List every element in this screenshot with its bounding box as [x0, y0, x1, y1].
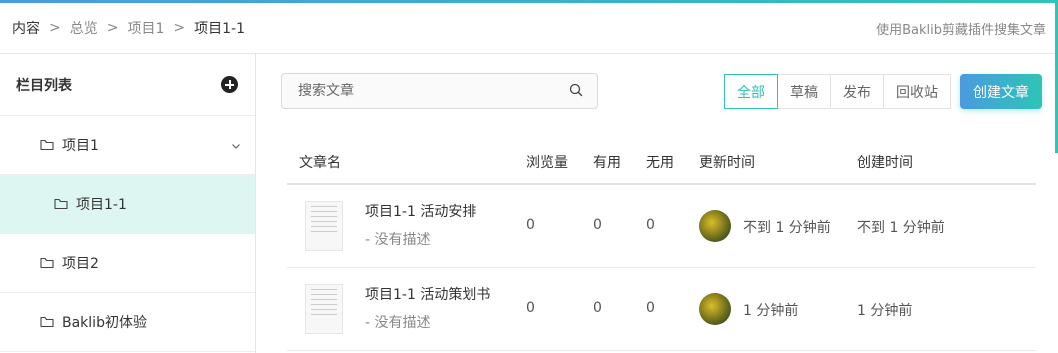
useful-count: 0	[593, 300, 602, 316]
sidebar-item-project1-1[interactable]: 项目1-1	[0, 175, 255, 234]
document-thumbnail	[305, 284, 343, 334]
header-bar: 内容 > 总览 > 项目1 > 项目1-1 使用Baklib剪藏插件搜集文章	[0, 3, 1058, 54]
useless-count: 0	[646, 217, 655, 233]
sidebar: 栏目列表 项目1 项目1-1 项目2 Baklib初体验	[0, 54, 256, 353]
breadcrumb-item-overview[interactable]: 总览	[70, 18, 98, 38]
breadcrumb-item-current: 项目1-1	[194, 21, 245, 37]
column-header-views: 浏览量	[526, 155, 568, 171]
create-article-button[interactable]: 创建文章	[960, 74, 1042, 109]
sidebar-item-baklib-intro[interactable]: Baklib初体验	[0, 293, 255, 352]
created-time: 1 分钟前	[857, 303, 913, 319]
sidebar-title: 栏目列表	[16, 77, 72, 94]
filter-all-button[interactable]: 全部	[724, 74, 778, 109]
updated-time: 1 分钟前	[743, 303, 799, 319]
useless-count: 0	[646, 300, 655, 316]
add-icon[interactable]	[221, 76, 238, 93]
sidebar-item-label: Baklib初体验	[62, 315, 147, 331]
clipper-plugin-link[interactable]: 使用Baklib剪藏插件搜集文章	[876, 19, 1046, 38]
article-title-link[interactable]: 项目1-1 活动策划书	[365, 284, 490, 304]
table-header: 文章名 浏览量 有用 无用 更新时间 创建时间	[287, 140, 1036, 185]
breadcrumb-separator: >	[173, 20, 186, 36]
sidebar-header: 栏目列表	[0, 54, 255, 116]
article-title-link[interactable]: 项目1-1 活动安排	[365, 201, 476, 221]
sidebar-item-label: 项目2	[62, 256, 99, 272]
views-count: 0	[526, 217, 535, 233]
folder-icon	[40, 139, 54, 151]
table-row[interactable]: 项目1-1 活动策划书 - 没有描述 0 0 0 1 分钟前 1 分钟前	[287, 268, 1036, 351]
column-header-useful: 有用	[593, 155, 621, 171]
sidebar-item-project1[interactable]: 项目1	[0, 116, 255, 175]
toolbar: 全部 草稿 发布 回收站 创建文章	[281, 73, 1043, 109]
document-thumbnail	[305, 201, 343, 251]
search-input[interactable]	[298, 83, 548, 99]
breadcrumb-separator: >	[106, 20, 119, 36]
sidebar-item-label: 项目1	[62, 138, 99, 154]
filter-published-button[interactable]: 发布	[830, 74, 884, 109]
status-filter: 全部 草稿 发布 回收站	[724, 74, 951, 109]
avatar	[699, 293, 731, 325]
breadcrumb-item-project1[interactable]: 项目1	[127, 18, 164, 38]
folder-icon	[40, 316, 54, 328]
breadcrumb-separator: >	[49, 20, 61, 36]
article-description: - 没有描述	[365, 315, 431, 331]
column-header-updated: 更新时间	[699, 155, 755, 171]
article-table: 文章名 浏览量 有用 无用 更新时间 创建时间 项目1-1 活动安排 - 没有描…	[287, 140, 1036, 351]
article-description: - 没有描述	[365, 232, 431, 248]
useful-count: 0	[593, 217, 602, 233]
breadcrumb: 内容 > 总览 > 项目1 > 项目1-1	[12, 18, 245, 38]
sidebar-item-project2[interactable]: 项目2	[0, 234, 255, 293]
column-header-useless: 无用	[646, 155, 674, 171]
search-icon[interactable]	[569, 82, 583, 101]
sidebar-item-label: 项目1-1	[76, 197, 127, 213]
filter-draft-button[interactable]: 草稿	[777, 74, 831, 109]
filter-trash-button[interactable]: 回收站	[883, 74, 951, 109]
chevron-down-icon[interactable]	[231, 138, 241, 154]
avatar	[699, 210, 731, 242]
column-header-title: 文章名	[299, 155, 341, 171]
table-row[interactable]: 项目1-1 活动安排 - 没有描述 0 0 0 不到 1 分钟前 不到 1 分钟…	[287, 185, 1036, 268]
created-time: 不到 1 分钟前	[857, 220, 945, 236]
breadcrumb-item-content[interactable]: 内容	[12, 18, 40, 38]
search-box[interactable]	[281, 73, 598, 109]
folder-icon	[40, 257, 54, 269]
folder-icon	[54, 198, 68, 210]
views-count: 0	[526, 300, 535, 316]
updated-time: 不到 1 分钟前	[743, 220, 831, 236]
column-header-created: 创建时间	[857, 155, 913, 171]
